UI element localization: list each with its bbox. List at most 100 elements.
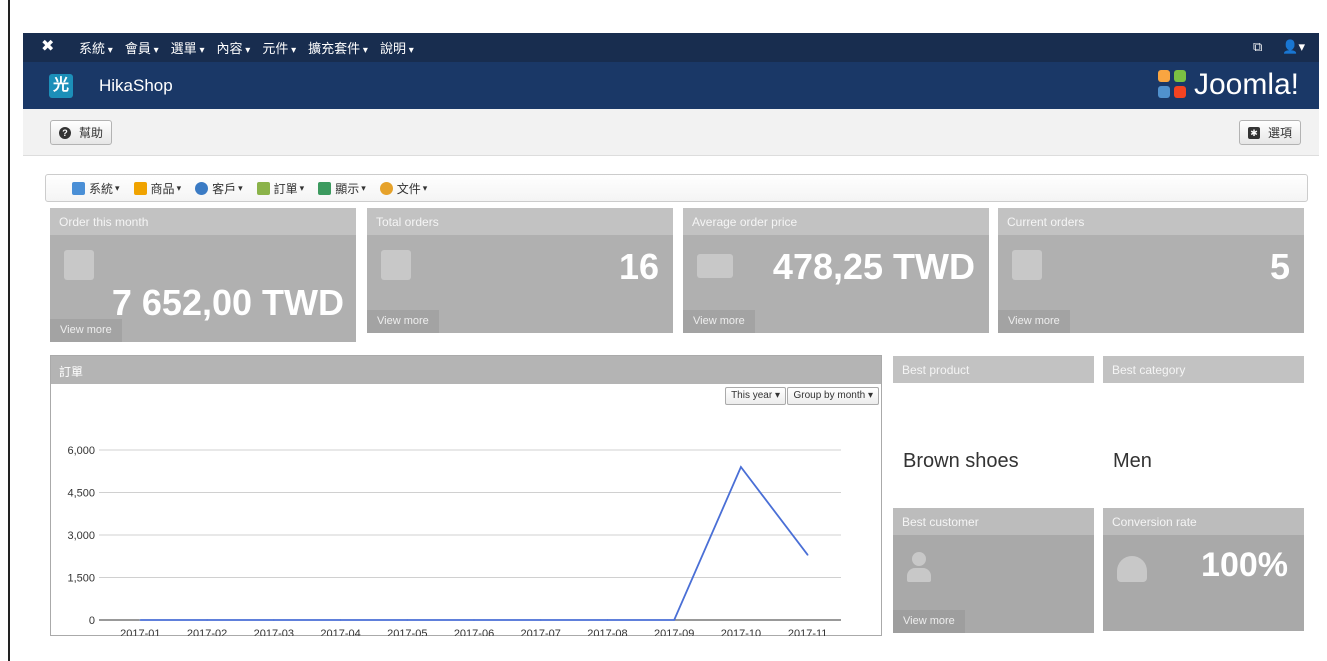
tile-best-category: Best category Men (1103, 356, 1304, 506)
view-more-link[interactable]: View more (50, 319, 122, 342)
tile-total-orders: Total orders 16 View more (367, 208, 673, 333)
tile-value: 478,25 TWD (772, 246, 975, 287)
tile-value: 16 (618, 246, 659, 287)
tile-average-order-price: Average order price 478,25 TWD View more (683, 208, 989, 333)
view-more-link[interactable]: View more (367, 310, 439, 333)
tile-conversion-rate: Conversion rate 100% (1103, 508, 1304, 631)
menu-users[interactable]: 會員 (125, 38, 159, 57)
joomla-wordmark: Joomla! (1193, 68, 1299, 101)
tile-best-customer: Best customer View more (893, 508, 1094, 633)
dashboard-gauge-icon (1117, 556, 1147, 582)
x-tick-label: 2017-08 (587, 628, 627, 636)
hikashop-submenu: 系統 商品 客戶 訂單 顯示 文件 (45, 174, 1308, 202)
cart-icon (381, 250, 411, 280)
chart-panel-title: 訂單 (51, 356, 881, 384)
external-link-icon[interactable]: ⧉ (1253, 39, 1262, 55)
x-tick-label: 2017-05 (387, 628, 427, 636)
data-point (539, 619, 542, 621)
help-button-label: 幫助 (79, 126, 104, 140)
data-point (206, 619, 208, 621)
x-tick-label: 2017-07 (521, 628, 561, 636)
view-more-link[interactable]: View more (683, 310, 755, 333)
orders-chart-panel: 訂單 This year Group by month 01,5003,0004… (50, 355, 882, 636)
admin-bar-right: ⧉ 👤▾ (1253, 39, 1305, 55)
menu-help[interactable]: 說明 (380, 38, 414, 57)
series-line (140, 465, 809, 621)
tile-title: Best customer (893, 508, 1094, 535)
page-title: HikaShop (99, 76, 173, 95)
user-icon (907, 552, 931, 582)
menu-menus[interactable]: 選單 (171, 38, 205, 57)
gear-icon: ✱ (1247, 126, 1260, 139)
tile-value: Brown shoes (903, 450, 1019, 472)
data-point (740, 466, 742, 468)
joomla-mark-icon (1157, 70, 1188, 100)
tile-title: Average order price (683, 208, 989, 235)
x-tick-label: 2017-11 (788, 628, 828, 636)
menu-components[interactable]: 元件 (262, 38, 296, 57)
submenu-orders[interactable]: 訂單 (256, 180, 305, 197)
submenu-display[interactable]: 顯示 (318, 180, 366, 197)
options-button-label: 選項 (1267, 126, 1292, 140)
x-tick-label: 2017-01 (120, 628, 160, 636)
orders-icon (256, 181, 270, 195)
tile-value: Men (1113, 450, 1152, 472)
view-more-link[interactable]: View more (998, 310, 1070, 333)
data-point (673, 619, 675, 621)
tile-title: Best product (893, 356, 1094, 383)
data-point (473, 619, 475, 621)
menu-system[interactable]: 系統 (79, 38, 113, 57)
tile-value: 5 (1269, 246, 1290, 287)
data-point (273, 619, 275, 621)
admin-menu-bar: ✖ 系統 會員 選單 內容 元件 擴充套件 說明 ⧉ 👤▾ (23, 33, 1319, 62)
x-tick-label: 2017-09 (654, 628, 694, 636)
question-icon: ? (59, 126, 71, 139)
x-tick-label: 2017-02 (187, 628, 227, 636)
x-tick-label: 2017-03 (254, 628, 294, 636)
tile-order-month: Order this month 7 652,00 TWD View more (50, 208, 356, 342)
submenu-documentation[interactable]: 文件 (379, 180, 428, 197)
y-tick-label: 6,000 (67, 445, 95, 457)
tile-title: Total orders (367, 208, 673, 235)
submenu-products[interactable]: 商品 (133, 180, 182, 197)
hikashop-icon: 光 (49, 74, 73, 98)
joomla-logo: Joomla! (1157, 68, 1299, 102)
data-point (806, 554, 809, 556)
data-point (139, 619, 142, 621)
page-header: 光 HikaShop Joomla! (23, 62, 1319, 109)
menu-extensions[interactable]: 擴充套件 (308, 38, 368, 57)
admin-menu: 系統 會員 選單 內容 元件 擴充套件 說明 (79, 33, 426, 62)
tile-title: Current orders (998, 208, 1304, 235)
x-tick-label: 2017-04 (320, 628, 360, 636)
user-menu-icon[interactable]: 👤▾ (1282, 39, 1305, 55)
tile-value: 7 652,00 TWD (111, 282, 344, 323)
y-tick-label: 0 (89, 615, 95, 627)
cart-icon (1012, 250, 1042, 280)
toolbar: ? 幫助 ✱ 選項 (23, 109, 1319, 156)
joomla-menu-logo-icon[interactable]: ✖ (41, 38, 59, 56)
orders-line-chart: 0 1,500 3,000 4,500 6,000 2017-01 2017-02 2017-… (67, 445, 841, 636)
display-icon (318, 181, 332, 195)
tile-best-product: Best product Brown shoes (893, 356, 1094, 506)
submenu-system[interactable]: 系統 (72, 180, 120, 197)
x-tick-label: 2017-06 (454, 628, 494, 636)
y-tick-label: 1,500 (67, 573, 95, 585)
submenu-customers[interactable]: 客戶 (195, 180, 243, 197)
x-tick-label: 2017-10 (721, 628, 761, 636)
view-more-link[interactable]: View more (893, 610, 965, 633)
tile-current-orders: Current orders 5 View more (998, 208, 1304, 333)
help-button[interactable]: ? 幫助 (50, 120, 113, 145)
customers-icon (195, 181, 209, 195)
tile-title: Conversion rate (1103, 508, 1304, 535)
tile-title: Best category (1103, 356, 1304, 383)
tools-icon (72, 181, 85, 195)
tile-value: 100% (1201, 546, 1288, 584)
data-point (339, 619, 342, 621)
menu-content[interactable]: 內容 (216, 38, 250, 57)
product-icon (133, 181, 147, 195)
money-icon (697, 254, 733, 278)
options-button[interactable]: ✱ 選項 (1238, 120, 1301, 145)
documentation-icon (379, 181, 393, 195)
data-point (406, 619, 409, 621)
credit-card-icon (64, 250, 94, 280)
